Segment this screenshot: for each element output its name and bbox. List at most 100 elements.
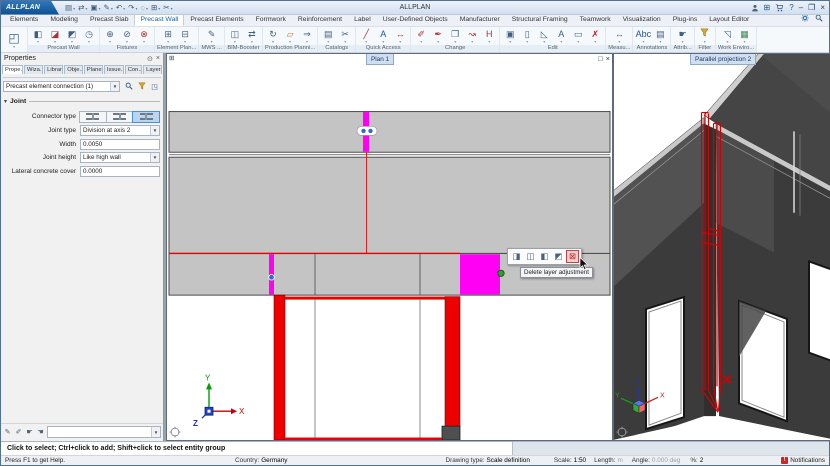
menu-tab-formwork[interactable]: Formwork <box>250 14 292 26</box>
menu-tab-structural-framing[interactable]: Structural Framing <box>506 14 574 26</box>
chevron-down-icon[interactable]: ▼ <box>150 126 159 135</box>
chevron-down-icon[interactable]: ▼ <box>110 82 119 91</box>
tools-button[interactable]: ✂▾ <box>163 2 172 14</box>
save-icon[interactable]: ▣ <box>90 2 97 14</box>
shop-cart-button[interactable] <box>775 4 784 12</box>
apply-to-element-button[interactable]: ✐ <box>14 428 23 436</box>
mws-tool-icon[interactable]: ✎ <box>204 29 220 44</box>
text-icon[interactable]: A <box>375 29 391 44</box>
menu-tab-precast-wall[interactable]: Precast Wall <box>134 14 184 26</box>
pin-icon[interactable]: ⊙ <box>147 55 153 63</box>
chevron-down-icon[interactable]: ▼ <box>151 427 160 437</box>
menu-tab-elements[interactable]: Elements <box>4 14 44 26</box>
viewport-plan-tab[interactable]: Plan 1 <box>366 54 394 65</box>
search-button[interactable] <box>815 14 823 24</box>
search-icon[interactable] <box>125 82 133 92</box>
apply-button[interactable]: ☚ <box>36 428 45 436</box>
user-icon[interactable] <box>751 4 759 12</box>
close-vp-icon[interactable]: × <box>606 54 610 63</box>
menu-tab-user-defined-objects[interactable]: User-Defined Objects <box>377 14 454 26</box>
menu-tab-teamwork[interactable]: Teamwork <box>574 14 617 26</box>
chevron-down-icon[interactable]: ▾ <box>111 4 113 14</box>
set-square-icon[interactable]: ◺ <box>536 29 552 44</box>
help-button[interactable]: ? <box>789 2 793 14</box>
tools-icon[interactable]: ✂ <box>163 2 169 14</box>
delete-icon[interactable]: ✗ <box>587 29 603 44</box>
chevron-down-icon[interactable]: ▼ <box>150 153 159 162</box>
footer-combo[interactable]: ▼ <box>47 426 161 438</box>
minimize-button[interactable]: – <box>799 2 803 14</box>
menu-tab-layout-editor[interactable]: Layout Editor <box>703 14 755 26</box>
element-selector-combo[interactable]: Precast element connection (1) ▼ <box>3 81 120 92</box>
maximize-icon[interactable]: □ <box>598 54 603 63</box>
properties-tab-planes[interactable]: Planes <box>84 65 103 74</box>
pick-up-icon[interactable]: ☛ <box>26 429 32 436</box>
apply-icon[interactable]: ☚ <box>37 429 43 436</box>
properties-tab-wiza[interactable]: Wiza... <box>24 65 43 74</box>
plot-button[interactable]: ✎▾ <box>104 2 113 14</box>
bim-booster-check-icon[interactable]: ◫ <box>227 29 243 44</box>
collapse-triangle-icon[interactable]: ▾ <box>4 98 7 105</box>
connector-type-option-3[interactable] <box>132 111 160 123</box>
production-sync-icon[interactable]: ↻ <box>265 29 281 44</box>
precast-plan-icon[interactable]: ◰ <box>4 31 24 49</box>
settings-gear-button[interactable] <box>801 14 809 24</box>
window-opening-far-right[interactable] <box>809 261 830 360</box>
detach-button[interactable]: ◳ <box>149 81 160 92</box>
viewport-parallel-projection[interactable]: Parallel projection 2 <box>613 53 830 441</box>
connector-type-option-1[interactable] <box>79 111 107 123</box>
merge-layer-button[interactable]: ◧ <box>538 250 551 263</box>
close-button[interactable]: × <box>820 2 825 14</box>
production-folder-icon[interactable]: ▱ <box>282 29 298 44</box>
attributes-hand-icon[interactable]: ☛ <box>675 29 691 44</box>
delete-layer-adjustment-icon[interactable]: ⊠ <box>569 251 576 262</box>
selected-wall-top[interactable] <box>285 297 445 300</box>
split-layer-button[interactable]: ◫ <box>524 250 537 263</box>
search-icon[interactable] <box>815 17 823 24</box>
move-spline-icon[interactable]: ↝ <box>464 29 480 44</box>
chevron-down-icon[interactable]: ▾ <box>146 4 148 14</box>
undo-icon[interactable]: ↶ <box>116 2 122 14</box>
copy-window-button[interactable]: ⊞▾ <box>151 2 160 14</box>
eraser-icon[interactable]: ✐ <box>413 29 429 44</box>
match-from-element-button[interactable]: ✎ <box>3 428 12 436</box>
profile-beam-icon[interactable]: ▯ <box>519 29 535 44</box>
workspace-colors-icon[interactable]: ▦ <box>736 29 752 44</box>
project-open-button[interactable]: ▤▾ <box>65 2 75 14</box>
catalog-tools-icon[interactable]: ✂ <box>337 29 353 44</box>
panel-close-icon[interactable]: × <box>156 55 160 63</box>
wall-delete-icon[interactable]: ◪ <box>47 29 63 44</box>
lateral-concrete-cover-input[interactable]: 0.0000 <box>80 166 160 177</box>
wall-status-icon[interactable]: ◷ <box>81 29 97 44</box>
filter-funnel-icon[interactable] <box>697 28 713 44</box>
filter-button[interactable] <box>136 81 147 92</box>
filter-icon[interactable] <box>138 82 146 92</box>
redo-icon[interactable]: ↷ <box>128 2 134 14</box>
search-button[interactable] <box>123 81 134 92</box>
connector-type-option-2[interactable] <box>106 111 134 123</box>
width-input[interactable]: 0.0050 <box>80 139 160 150</box>
menu-tab-modeling[interactable]: Modeling <box>44 14 84 26</box>
user-button[interactable] <box>751 4 759 12</box>
chevron-down-icon[interactable]: ▾ <box>158 4 160 14</box>
fixture-insert-icon[interactable]: ⊕ <box>102 29 118 44</box>
joint-handle-dot[interactable] <box>361 129 365 133</box>
label-abc-icon[interactable]: Abc <box>635 29 651 44</box>
pick-up-button[interactable]: ☛ <box>25 428 34 436</box>
viewport-parallel-tab[interactable]: Parallel projection 2 <box>690 54 756 65</box>
measure-icon[interactable]: ↔ <box>611 29 627 44</box>
menu-tab-reinforcement[interactable]: Reinforcement <box>292 14 348 26</box>
apply-to-element-icon[interactable]: ✐ <box>16 429 22 436</box>
undo-button[interactable]: ↶▾ <box>116 2 125 14</box>
project-open-icon[interactable]: ▤ <box>65 2 72 14</box>
plane-setup-icon[interactable]: ◹ <box>719 29 735 44</box>
properties-tab-con[interactable]: Con... <box>125 65 142 74</box>
viewport-plan-1[interactable]: ⊞ Plan 1 □× <box>166 53 613 441</box>
insert-layer-icon[interactable]: ◨ <box>512 251 520 262</box>
origin-icon[interactable] <box>170 427 181 438</box>
menu-tab-precast-slab[interactable]: Precast Slab <box>84 14 135 26</box>
catalog-book-icon[interactable]: ▤ <box>320 29 336 44</box>
chevron-down-icon[interactable]: ▾ <box>123 4 125 14</box>
match-from-element-icon[interactable]: ✎ <box>5 429 11 436</box>
close-icon[interactable]: × <box>820 2 825 14</box>
